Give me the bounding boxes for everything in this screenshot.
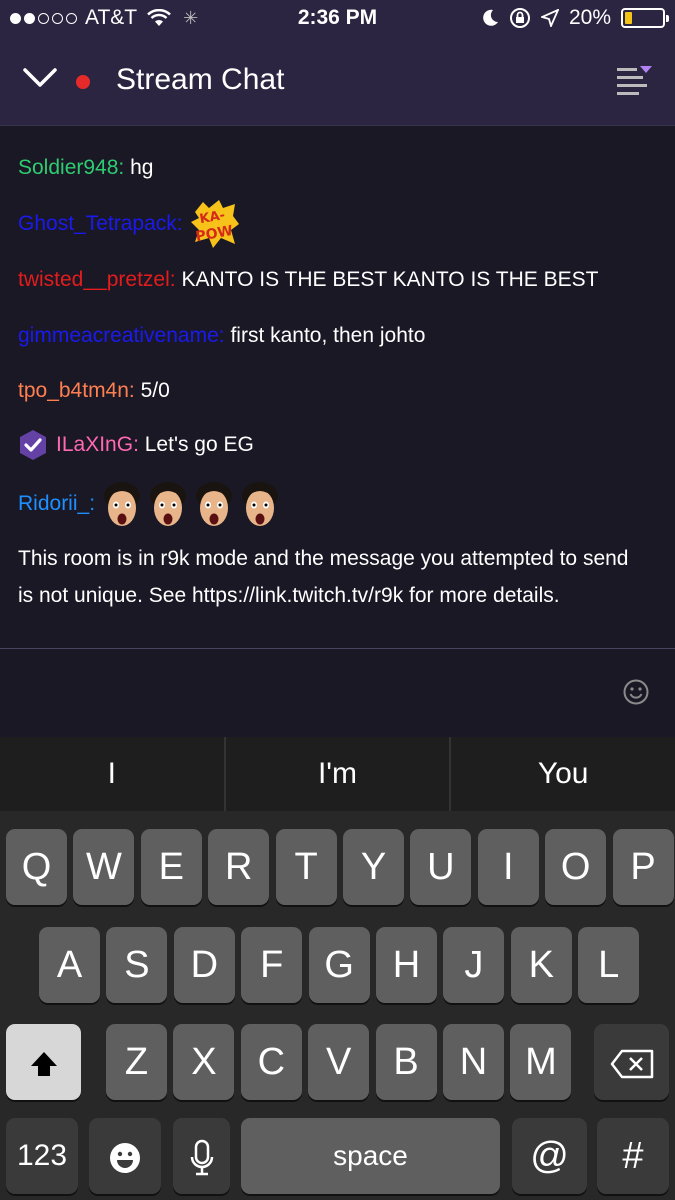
emoji-key[interactable] bbox=[89, 1118, 161, 1194]
key-q[interactable]: Q bbox=[6, 829, 67, 905]
chat-username[interactable]: twisted__pretzel bbox=[18, 266, 170, 294]
location-arrow-icon bbox=[540, 9, 559, 27]
pogchamp-emote bbox=[103, 482, 140, 526]
chat-message: Ghost_Tetrapack: KA- POW bbox=[18, 198, 241, 250]
chat-messages: Soldier948: hg Ghost_Tetrapack: KA- POW … bbox=[0, 126, 675, 648]
chat-username[interactable]: Ghost_Tetrapack bbox=[18, 210, 177, 238]
key-b[interactable]: B bbox=[375, 1024, 437, 1100]
key-r[interactable]: R bbox=[208, 829, 270, 905]
key-a[interactable]: A bbox=[39, 927, 100, 1003]
key-e[interactable]: E bbox=[140, 829, 202, 905]
predictive-bar: I I'm You bbox=[0, 737, 675, 811]
pogchamp-emote bbox=[149, 482, 186, 526]
suggestion[interactable]: I bbox=[0, 737, 226, 811]
chat-message-text: 5/0 bbox=[140, 379, 170, 402]
chat-message: Soldier948: hg bbox=[18, 154, 153, 182]
key-x[interactable]: X bbox=[173, 1024, 235, 1100]
pogchamp-emote bbox=[241, 482, 278, 526]
chat-message: ILaXInG: Let's go EG bbox=[18, 429, 254, 461]
chat-username[interactable]: ILaXInG bbox=[56, 431, 133, 459]
dictation-key[interactable] bbox=[173, 1118, 230, 1194]
shift-key[interactable] bbox=[6, 1024, 81, 1100]
key-w[interactable]: W bbox=[73, 829, 135, 905]
key-u[interactable]: U bbox=[410, 829, 472, 905]
chat-username[interactable]: gimmeacreativename bbox=[18, 322, 219, 350]
chat-message-text: hg bbox=[130, 156, 154, 179]
status-right: 20% bbox=[481, 6, 669, 30]
key-k[interactable]: K bbox=[510, 927, 572, 1003]
backspace-key[interactable] bbox=[594, 1024, 669, 1100]
chat-menu-icon[interactable] bbox=[615, 64, 655, 100]
keyboard: I I'm You Q W E R T Y U I O P A S D F G H J K L Z X C V B N M 123 s… bbox=[0, 737, 675, 1200]
key-s[interactable]: S bbox=[106, 927, 168, 1003]
battery-percent: 20% bbox=[568, 6, 611, 29]
verified-badge-icon bbox=[20, 430, 46, 460]
smiley-icon[interactable] bbox=[623, 679, 649, 705]
backspace-icon bbox=[610, 1049, 653, 1079]
key-p[interactable]: P bbox=[612, 829, 674, 905]
key-o[interactable]: O bbox=[545, 829, 607, 905]
key-i[interactable]: I bbox=[477, 829, 539, 905]
key-h[interactable]: H bbox=[376, 927, 437, 1003]
key-f[interactable]: F bbox=[241, 927, 303, 1003]
space-key[interactable]: space bbox=[241, 1118, 500, 1194]
chat-message-text: KANTO IS THE BEST KANTO IS THE BEST bbox=[181, 268, 599, 291]
key-z[interactable]: Z bbox=[106, 1024, 167, 1100]
key-l[interactable]: L bbox=[578, 927, 640, 1003]
hash-key[interactable]: # bbox=[597, 1118, 669, 1194]
pogchamp-emote bbox=[195, 482, 232, 526]
rotation-lock-icon bbox=[509, 8, 530, 28]
system-message: This room is in r9k mode and the message… bbox=[18, 547, 629, 607]
emoji-icon bbox=[110, 1142, 140, 1173]
suggestion[interactable]: I'm bbox=[226, 737, 452, 811]
at-key[interactable]: @ bbox=[512, 1118, 587, 1194]
chat-message-text: first kanto, then johto bbox=[230, 324, 426, 347]
chat-message: twisted__pretzel: KANTO IS THE BEST KANT… bbox=[18, 266, 598, 294]
chat-message: tpo_b4tm4n: 5/0 bbox=[18, 377, 170, 405]
suggestion[interactable]: You bbox=[451, 737, 675, 811]
chat-username[interactable]: Ridorii_ bbox=[18, 490, 89, 518]
live-indicator bbox=[76, 75, 90, 89]
moon-icon bbox=[483, 9, 498, 26]
chat-input-field[interactable] bbox=[0, 649, 675, 737]
microphone-icon bbox=[190, 1139, 213, 1176]
battery-icon bbox=[621, 8, 669, 28]
chat-message: gimmeacreativename: first kanto, then jo… bbox=[18, 322, 425, 350]
page-title: Stream Chat bbox=[116, 63, 285, 96]
chat-header: Stream Chat bbox=[0, 38, 675, 126]
numbers-key[interactable]: 123 bbox=[6, 1118, 78, 1194]
key-d[interactable]: D bbox=[173, 927, 235, 1003]
key-j[interactable]: J bbox=[443, 927, 505, 1003]
chat-username[interactable]: tpo_b4tm4n bbox=[18, 377, 129, 405]
key-g[interactable]: G bbox=[308, 927, 370, 1003]
chevron-down-icon[interactable] bbox=[22, 66, 58, 90]
key-m[interactable]: M bbox=[510, 1024, 572, 1100]
kapow-emote: KA- POW bbox=[190, 200, 239, 248]
chat-message: Ridorii_: bbox=[18, 478, 285, 530]
chat-message-text: Let's go EG bbox=[144, 433, 254, 456]
key-t[interactable]: T bbox=[275, 829, 337, 905]
key-v[interactable]: V bbox=[308, 1024, 370, 1100]
key-n[interactable]: N bbox=[443, 1024, 504, 1100]
chat-username[interactable]: Soldier948 bbox=[18, 154, 118, 182]
shift-icon bbox=[30, 1051, 57, 1076]
key-y[interactable]: Y bbox=[343, 829, 404, 905]
status-bar: AT&T ✳ 2:36 PM 20% bbox=[0, 0, 675, 38]
key-c[interactable]: C bbox=[240, 1024, 302, 1100]
